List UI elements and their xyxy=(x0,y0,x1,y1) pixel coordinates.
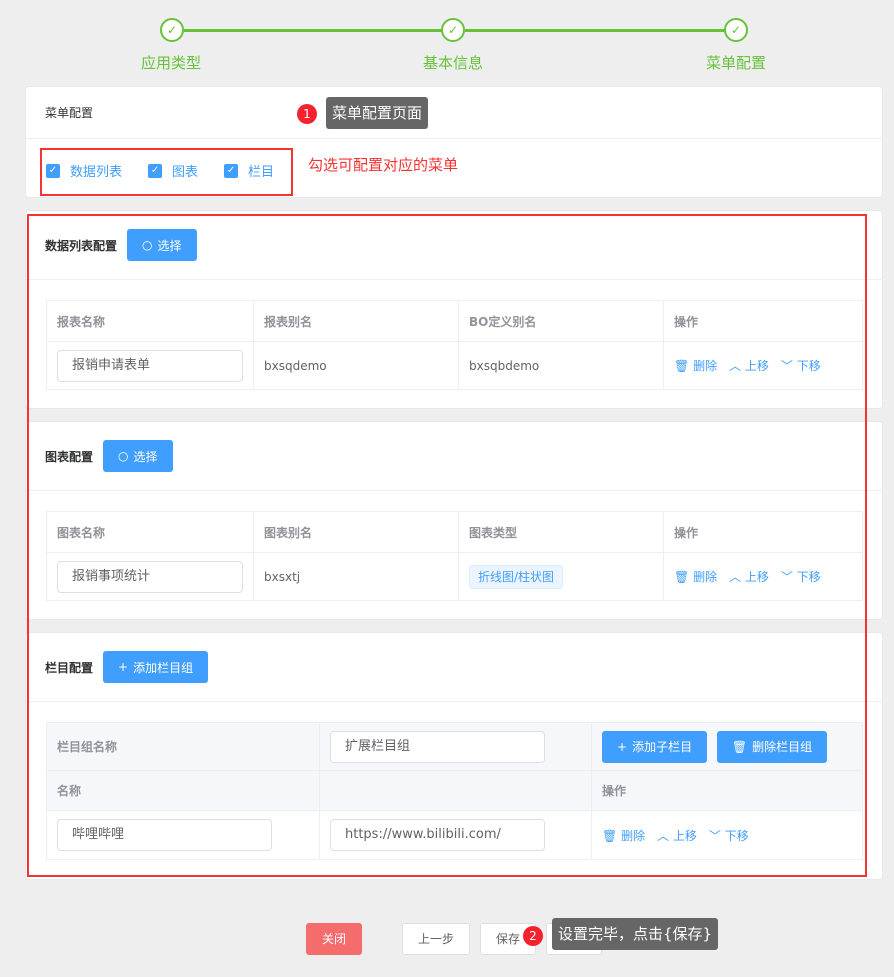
highlight-box xyxy=(27,214,867,877)
step-check-icon: ✓ xyxy=(441,18,465,42)
tooltip: 设置完毕，点击{保存} xyxy=(552,918,719,950)
highlight-box xyxy=(40,148,293,196)
step-badge: 1 xyxy=(297,104,317,124)
step-line xyxy=(465,29,725,32)
prev-step-button[interactable]: 上一步 xyxy=(402,923,470,955)
tooltip: 菜单配置页面 xyxy=(326,97,429,129)
step-line xyxy=(184,29,442,32)
step-label: 应用类型 xyxy=(140,54,201,72)
close-button[interactable]: 关闭 xyxy=(306,923,362,955)
step-label: 菜单配置 xyxy=(705,54,766,72)
step-check-icon: ✓ xyxy=(160,18,184,42)
step-badge: 2 xyxy=(523,926,543,946)
step-check-icon: ✓ xyxy=(724,18,748,42)
hint-text: 勾选可配置对应的菜单 xyxy=(308,156,459,174)
step-label: 基本信息 xyxy=(422,54,483,72)
card-title: 菜单配置 xyxy=(26,87,882,139)
